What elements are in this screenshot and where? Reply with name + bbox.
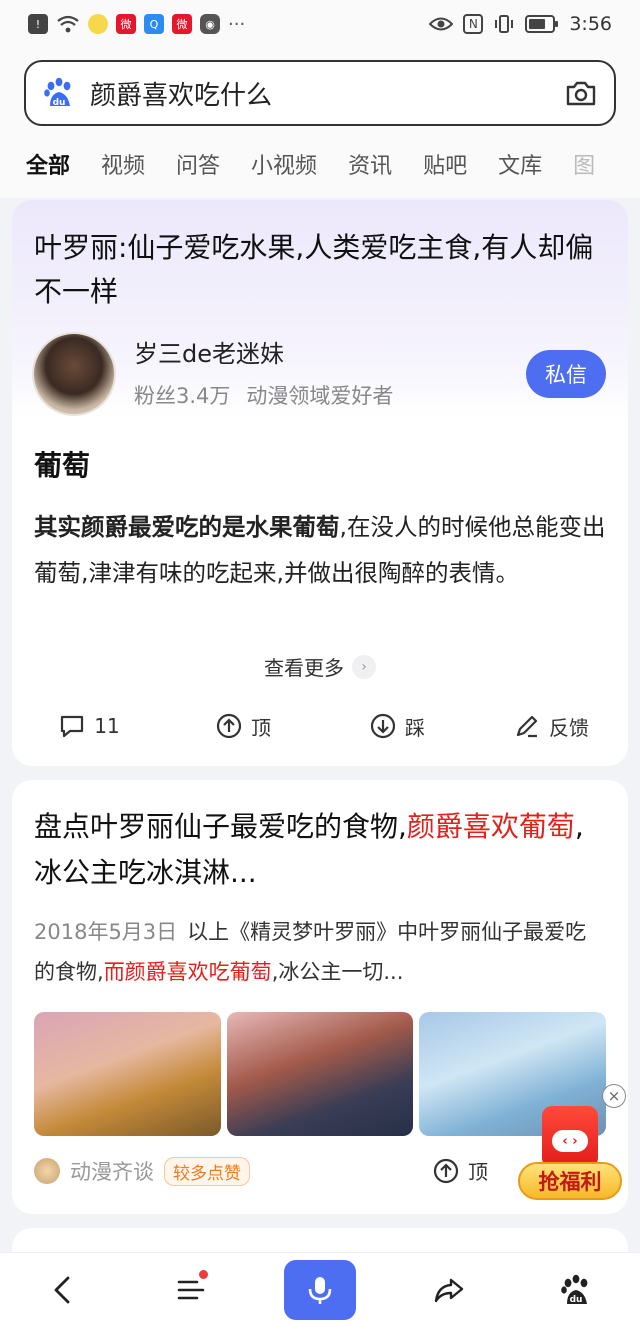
author-name[interactable]: 岁三de老迷妹: [134, 334, 284, 369]
pencil-icon: [516, 715, 538, 738]
upvote-label: 顶: [468, 1160, 488, 1184]
more-icon: ···: [228, 13, 246, 35]
back-button[interactable]: [29, 1260, 99, 1320]
arrow-down-circle-icon: [370, 713, 396, 739]
tab-video[interactable]: 视频: [101, 148, 145, 180]
downvote-label: 踩: [405, 715, 425, 740]
svg-text:du: du: [53, 98, 66, 108]
downvote-button[interactable]: 踩: [320, 712, 474, 741]
header: du 全部 视频 问答 小视频 资讯 贴吧 文库 图: [0, 48, 640, 198]
snippet-highlight: 而颜爵喜欢吃葡萄: [103, 960, 272, 984]
battery-icon: [525, 15, 559, 33]
clock: 3:56: [569, 13, 612, 35]
camera-icon[interactable]: [564, 76, 598, 110]
baidu-logo-icon: du: [44, 77, 71, 108]
chevron-left-icon: [54, 1276, 70, 1304]
nfc-icon: N: [463, 14, 484, 34]
status-badge: 较多点赞: [164, 1156, 250, 1186]
snippet-part2: ,冰公主一切...: [271, 960, 404, 984]
thumbnail-image[interactable]: [34, 1012, 221, 1136]
author-desc: 动漫领域爱好者: [246, 384, 394, 408]
vpn-icon: ◉: [200, 14, 220, 34]
weibo-icon: 微: [116, 14, 136, 34]
author-fans: 粉丝3.4万: [134, 384, 231, 408]
promo-face-icon: ‹ ›: [552, 1130, 588, 1152]
author-meta: 粉丝3.4万 动漫领域爱好者: [134, 380, 393, 410]
tab-all[interactable]: 全部: [26, 148, 70, 180]
source-avatar: [34, 1158, 60, 1184]
result-card-answer[interactable]: 叶罗丽:仙子爱吃水果,人类爱吃主食,有人却偏不一样 岁三de老迷妹 粉丝3.4万…: [12, 200, 628, 766]
promo-widget[interactable]: ‹ › 抢福利: [518, 1106, 622, 1202]
tab-qa[interactable]: 问答: [176, 148, 220, 180]
card-snippet: 2018年5月3日 以上《精灵梦叶罗丽》中叶罗丽仙子最爱吃的食物,而颜爵喜欢吃葡萄…: [34, 912, 606, 992]
svg-text:du: du: [570, 1295, 583, 1305]
answer-body: 其实颜爵最爱吃的是水果葡萄,在没人的时候他总能变出葡萄,津津有味的吃起来,并做出…: [34, 504, 606, 596]
see-more-link[interactable]: 查看更多 ›: [12, 652, 628, 681]
publish-date: 2018年5月3日: [34, 920, 178, 944]
message-button[interactable]: 私信: [526, 350, 606, 398]
baidu-logo-icon: du: [561, 1274, 588, 1305]
search-tabs: 全部 视频 问答 小视频 资讯 贴吧 文库 图: [0, 140, 640, 188]
card-title[interactable]: 盘点叶罗丽仙子最爱吃的食物,颜爵喜欢葡萄,冰公主吃冰淇淋...: [34, 804, 606, 896]
search-app-icon: Q: [144, 14, 164, 34]
search-input[interactable]: [90, 78, 564, 108]
app-icon: [88, 14, 108, 34]
see-more-label: 查看更多: [264, 656, 344, 680]
feedback-button[interactable]: 反馈: [474, 712, 628, 741]
source-info[interactable]: 动漫齐谈 较多点赞: [34, 1156, 250, 1186]
chevron-right-icon: ›: [352, 654, 376, 679]
comment-count: 11: [94, 714, 120, 738]
upvote-button[interactable]: 顶: [166, 712, 320, 741]
status-left-icons: ! 微 Q 微 ◉ ···: [28, 14, 245, 35]
baidu-home-button[interactable]: du: [541, 1260, 611, 1320]
avatar[interactable]: [32, 332, 116, 416]
voice-search-button[interactable]: [283, 1260, 356, 1320]
promo-label: 抢福利: [518, 1162, 622, 1200]
tab-tieba[interactable]: 贴吧: [423, 148, 467, 180]
eye-icon: [429, 17, 454, 31]
notification-icon: !: [28, 14, 48, 34]
feedback-label: 反馈: [549, 715, 589, 740]
title-part1: 盘点叶罗丽仙子最爱吃的食物,: [34, 810, 407, 843]
close-icon[interactable]: ×: [602, 1084, 626, 1108]
vibrate-icon: [495, 15, 514, 33]
share-button[interactable]: [414, 1260, 484, 1320]
source-name: 动漫齐谈: [70, 1160, 154, 1184]
weibo-icon: 微: [172, 14, 192, 34]
answer-body-bold: 其实颜爵最爱吃的是水果葡萄: [34, 513, 340, 541]
answer-heading: 葡萄: [34, 449, 91, 482]
arrow-up-circle-icon: [433, 1158, 459, 1183]
thumbnail-image[interactable]: [226, 1012, 414, 1136]
status-right-icons: N 3:56: [429, 13, 612, 35]
tab-images[interactable]: 图: [573, 148, 595, 180]
tab-news[interactable]: 资讯: [348, 148, 392, 180]
search-box[interactable]: du: [24, 60, 616, 126]
upvote-label: 顶: [251, 715, 271, 740]
arrow-up-circle-icon: [216, 713, 242, 739]
share-icon: [434, 1278, 463, 1303]
wifi-icon: [57, 15, 79, 33]
comment-icon: [61, 715, 84, 738]
tab-short-video[interactable]: 小视频: [251, 148, 317, 180]
bottom-nav: du: [0, 1252, 640, 1327]
status-bar: ! 微 Q 微 ◉ ··· N 3:56: [0, 0, 640, 48]
microphone-icon: [308, 1277, 332, 1304]
card-actions: 11 顶 踩 反馈: [12, 702, 628, 750]
card-title[interactable]: 叶罗丽:仙子爱吃水果,人类爱吃主食,有人却偏不一样: [34, 226, 606, 314]
title-highlight: 颜爵喜欢葡萄: [406, 810, 575, 843]
menu-button[interactable]: [156, 1260, 226, 1320]
upvote-button[interactable]: 顶: [432, 1156, 488, 1185]
tab-wenku[interactable]: 文库: [498, 148, 542, 180]
comment-button[interactable]: 11: [12, 712, 166, 740]
